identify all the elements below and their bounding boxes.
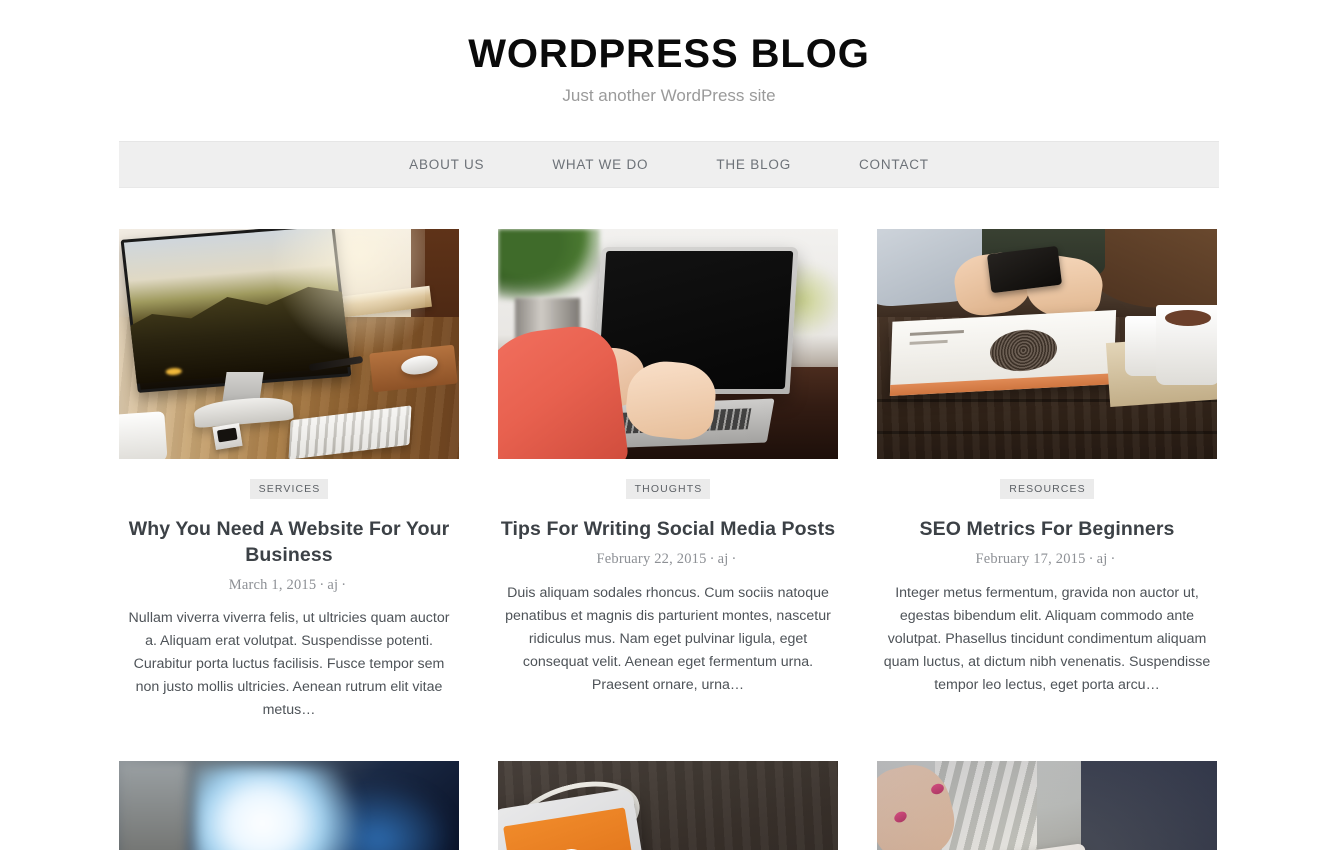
meta-separator-icon: · <box>341 576 347 593</box>
site-title[interactable]: WORDPRESS BLOG <box>0 31 1338 77</box>
post-date: February 17, 2015 <box>975 550 1086 567</box>
phone-with-orange-screen-and-earbuds-photo <box>498 761 838 850</box>
post-card: THOUGHTS Tips For Writing Social Media P… <box>498 229 838 722</box>
site-tagline: Just another WordPress site <box>562 86 776 105</box>
post-title[interactable]: SEO Metrics For Beginners <box>877 517 1217 543</box>
meta-separator-icon: · <box>731 550 737 567</box>
post-thumbnail-phone-with-earbuds[interactable] <box>498 761 838 850</box>
blue-bokeh-light-photo <box>119 761 459 850</box>
headphone-icon <box>548 846 596 850</box>
post-thumbnail-hands-holding-phone[interactable] <box>877 761 1217 850</box>
meta-separator-icon: · <box>709 550 715 567</box>
meta-separator-icon: · <box>1110 550 1116 567</box>
meta-separator-icon: · <box>319 576 325 593</box>
post-category-badge[interactable]: THOUGHTS <box>625 479 711 500</box>
post-date: March 1, 2015 <box>228 576 317 593</box>
post-date: February 22, 2015 <box>596 550 707 567</box>
post-card: SERVICES Why You Need A Website For Your… <box>119 229 459 722</box>
post-author[interactable]: aj <box>1097 551 1108 567</box>
site-header: WORDPRESS BLOG Just another WordPress si… <box>0 0 1338 107</box>
post-meta: February 17, 2015 · aj · <box>877 550 1217 569</box>
post-excerpt: Nullam viverra viverra felis, ut ultrici… <box>128 610 450 719</box>
post-thumbnail-desk-with-imac-monitor[interactable] <box>119 229 459 460</box>
post-card <box>498 761 838 850</box>
nav-list: ABOUT US WHAT WE DO THE BLOG CONTACT <box>409 157 929 172</box>
post-card <box>119 761 459 850</box>
post-body: RESOURCES SEO Metrics For Beginners Febr… <box>877 459 1217 697</box>
post-card <box>877 761 1217 850</box>
hands-with-phone-and-coffee-photo <box>877 229 1217 460</box>
meta-separator-icon: · <box>1088 550 1094 567</box>
post-excerpt: Duis aliquam sodales rhoncus. Cum sociis… <box>505 584 831 693</box>
post-title[interactable]: Tips For Writing Social Media Posts <box>498 517 838 543</box>
post-category-badge[interactable]: SERVICES <box>249 479 329 500</box>
post-title[interactable]: Why You Need A Website For Your Business <box>119 517 459 568</box>
desk-with-imac-monitor-photo <box>119 229 459 460</box>
post-author[interactable]: aj <box>327 577 338 593</box>
post-excerpt: Integer metus fermentum, gravida non auc… <box>883 584 1211 693</box>
primary-navigation: ABOUT US WHAT WE DO THE BLOG CONTACT <box>119 141 1219 189</box>
post-meta: March 1, 2015 · aj · <box>119 576 459 595</box>
post-category-badge[interactable]: RESOURCES <box>1000 479 1094 500</box>
page-root: WORDPRESS BLOG Just another WordPress si… <box>0 0 1338 850</box>
post-grid: SERVICES Why You Need A Website For Your… <box>119 188 1219 850</box>
post-body: THOUGHTS Tips For Writing Social Media P… <box>498 459 838 697</box>
nav-item-what-we-do[interactable]: WHAT WE DO <box>552 157 648 172</box>
nav-item-the-blog[interactable]: THE BLOG <box>716 157 791 172</box>
post-meta: February 22, 2015 · aj · <box>498 550 838 569</box>
post-author[interactable]: aj <box>718 551 729 567</box>
post-thumbnail-hands-typing-on-laptop[interactable] <box>498 229 838 460</box>
post-thumbnail-hands-with-phone-and-coffee[interactable] <box>877 229 1217 460</box>
post-body: SERVICES Why You Need A Website For Your… <box>119 459 459 722</box>
nav-item-about-us[interactable]: ABOUT US <box>409 157 484 172</box>
hands-holding-phone-pink-nails-photo <box>877 761 1217 850</box>
post-card: RESOURCES SEO Metrics For Beginners Febr… <box>877 229 1217 722</box>
hands-typing-on-laptop-photo <box>498 229 838 460</box>
post-thumbnail-blue-bokeh-light[interactable] <box>119 761 459 850</box>
nav-item-contact[interactable]: CONTACT <box>859 157 929 172</box>
